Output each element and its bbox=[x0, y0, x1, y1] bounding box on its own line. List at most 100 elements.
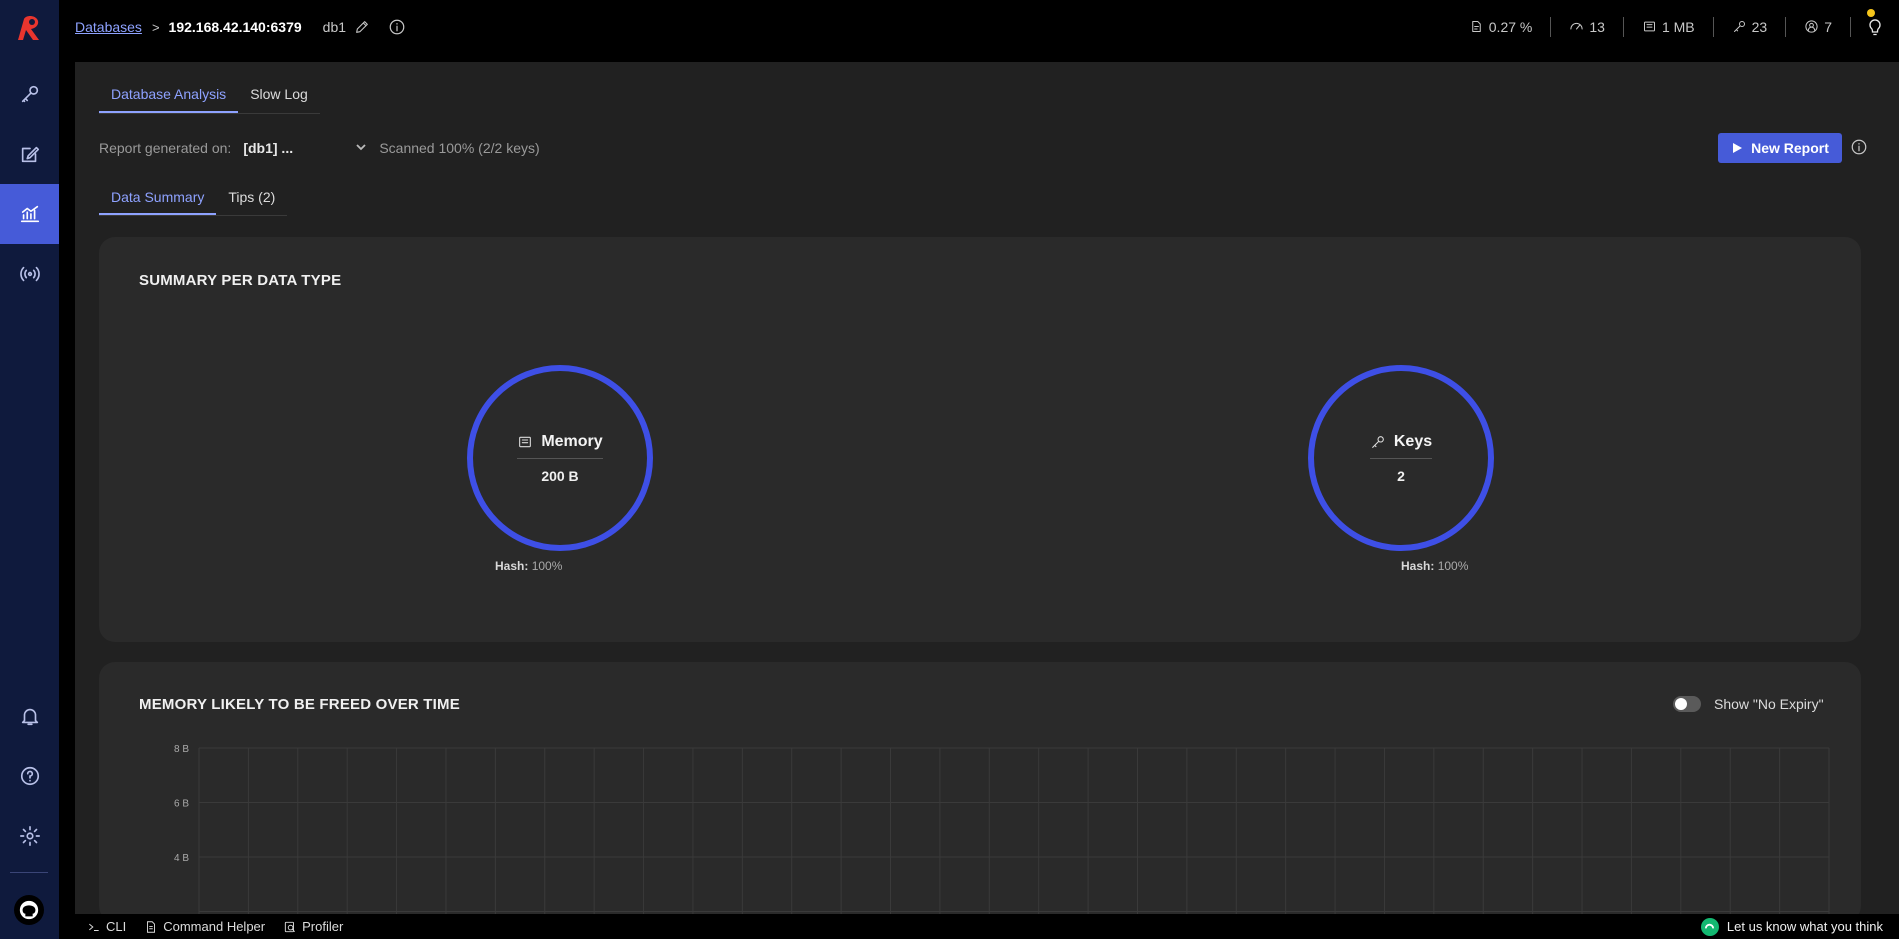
memory-legend-type: Hash: bbox=[495, 559, 529, 573]
new-report-button[interactable]: New Report bbox=[1718, 133, 1842, 163]
profiler-icon bbox=[284, 921, 296, 932]
summary-tabs: Data Summary Tips (2) bbox=[99, 189, 288, 216]
github-icon bbox=[19, 900, 39, 920]
stat-keys-value: 23 bbox=[1751, 18, 1768, 35]
keys-legend: Hash: 100% bbox=[1401, 559, 1468, 573]
memory-legend-pct: 100% bbox=[531, 559, 563, 573]
sidebar bbox=[0, 0, 59, 939]
sidebar-item-notifications[interactable] bbox=[0, 686, 59, 746]
tab-database-analysis[interactable]: Database Analysis bbox=[99, 86, 239, 113]
keys-legend-pct: 100% bbox=[1437, 559, 1469, 573]
no-expiry-toggle[interactable] bbox=[1673, 696, 1701, 712]
report-row: Report generated on: [db1] ... Scanned 1… bbox=[99, 140, 540, 156]
profiler-label: Profiler bbox=[302, 919, 344, 934]
memory-header: Memory bbox=[517, 432, 603, 459]
scanned-status: Scanned 100% (2/2 keys) bbox=[379, 140, 540, 156]
redis-logo[interactable] bbox=[12, 12, 46, 46]
database-name: db1 bbox=[322, 19, 347, 35]
notification-dot bbox=[1867, 8, 1875, 17]
stat-clients-value: 7 bbox=[1824, 18, 1832, 35]
memory-donut[interactable]: Memory 200 B bbox=[467, 365, 653, 551]
analysis-tabs: Database Analysis Slow Log bbox=[99, 86, 320, 114]
keys-legend-type: Hash: bbox=[1401, 559, 1435, 573]
stat-memory: 1 MB bbox=[1624, 16, 1714, 37]
cli-label: CLI bbox=[106, 919, 127, 934]
db-stats: 0.27 % 13 1 MB 23 7 bbox=[1451, 0, 1899, 53]
feedback-label: Let us know what you think bbox=[1726, 919, 1883, 934]
chevron-down-icon[interactable] bbox=[355, 140, 367, 156]
chart-y-tick-label: 8 B bbox=[174, 744, 189, 755]
chart-icon bbox=[20, 205, 39, 223]
insights-button[interactable] bbox=[1851, 8, 1899, 37]
user-icon bbox=[1805, 20, 1818, 33]
edit-icon bbox=[21, 146, 39, 163]
speedometer-icon bbox=[1570, 22, 1583, 30]
report-select[interactable]: [db1] ... bbox=[243, 140, 355, 156]
broadcast-icon bbox=[19, 266, 40, 282]
keys-header: Keys bbox=[1369, 432, 1433, 459]
breadcrumb-separator: > bbox=[151, 19, 160, 35]
chart-grid bbox=[198, 747, 1830, 930]
key-icon bbox=[21, 85, 38, 103]
stat-cpu: 0.27 % bbox=[1451, 16, 1552, 37]
cpu-icon bbox=[1472, 21, 1481, 32]
stat-memory-value: 1 MB bbox=[1661, 18, 1695, 35]
stat-cpu-value: 0.27 % bbox=[1488, 18, 1533, 35]
db-info-icon[interactable] bbox=[388, 18, 406, 36]
sidebar-item-settings[interactable] bbox=[0, 806, 59, 866]
breadcrumb-databases-link[interactable]: Databases bbox=[75, 19, 142, 35]
terminal-icon bbox=[89, 923, 99, 931]
key-icon bbox=[1733, 21, 1745, 32]
github-link[interactable] bbox=[14, 895, 44, 925]
expiry-chart: 8 B 6 B 4 B bbox=[174, 744, 1830, 930]
bottom-bar: CLI Command Helper Profiler Let us know … bbox=[75, 914, 1899, 939]
sidebar-item-browser[interactable] bbox=[0, 64, 59, 124]
cli-button[interactable]: CLI bbox=[87, 919, 126, 934]
chart-y-axis: 8 B 6 B 4 B bbox=[174, 744, 189, 864]
edit-db-name-icon[interactable] bbox=[354, 19, 370, 35]
stat-ops-value: 13 bbox=[1589, 18, 1605, 35]
sidebar-divider bbox=[10, 872, 48, 873]
memory-icon bbox=[519, 436, 532, 447]
play-icon bbox=[1733, 143, 1743, 153]
sidebar-item-analysis[interactable] bbox=[0, 184, 59, 244]
stat-keys: 23 bbox=[1714, 16, 1787, 37]
new-report-label: New Report bbox=[1751, 140, 1829, 156]
gear-icon bbox=[19, 826, 40, 846]
summary-card: SUMMARY PER DATA TYPE Memory 200 B Hash:… bbox=[99, 237, 1861, 642]
expiry-card: MEMORY LIKELY TO BE FREED OVER TIME Show… bbox=[99, 662, 1861, 930]
command-helper-button[interactable]: Command Helper bbox=[144, 919, 265, 934]
command-helper-label: Command Helper bbox=[163, 919, 266, 934]
tab-slow-log[interactable]: Slow Log bbox=[238, 86, 320, 113]
report-generated-label: Report generated on: bbox=[99, 140, 232, 156]
chart-y-tick-label: 6 B bbox=[174, 799, 189, 810]
lightbulb-icon bbox=[1869, 18, 1881, 35]
memory-icon bbox=[1643, 21, 1655, 32]
sidebar-item-pubsub[interactable] bbox=[0, 244, 59, 304]
stat-ops: 13 bbox=[1551, 16, 1624, 37]
sidebar-item-workbench[interactable] bbox=[0, 124, 59, 184]
stat-clients: 7 bbox=[1786, 16, 1851, 37]
bell-icon bbox=[21, 708, 38, 726]
feedback-icon bbox=[1700, 917, 1719, 936]
memory-label: Memory bbox=[541, 432, 603, 450]
report-info-icon[interactable] bbox=[1850, 138, 1868, 156]
keys-value: 2 bbox=[1397, 467, 1405, 484]
keys-donut[interactable]: Keys 2 bbox=[1308, 365, 1494, 551]
no-expiry-label: Show "No Expiry" bbox=[1714, 696, 1824, 712]
breadcrumb: Databases > 192.168.42.140:6379 db1 bbox=[75, 18, 406, 36]
sidebar-item-help[interactable] bbox=[0, 746, 59, 806]
database-host: 192.168.42.140:6379 bbox=[168, 19, 302, 35]
profiler-button[interactable]: Profiler bbox=[283, 919, 343, 934]
analysis-panel: Database Analysis Slow Log Report genera… bbox=[75, 62, 1899, 930]
memory-value: 200 B bbox=[541, 467, 579, 484]
tab-tips[interactable]: Tips (2) bbox=[216, 189, 287, 215]
document-icon bbox=[147, 920, 156, 933]
top-bar: Databases > 192.168.42.140:6379 db1 0.27… bbox=[59, 0, 1899, 61]
keys-label: Keys bbox=[1393, 432, 1433, 450]
help-icon bbox=[20, 766, 39, 786]
feedback-link[interactable]: Let us know what you think bbox=[1700, 917, 1883, 936]
memory-legend: Hash: 100% bbox=[495, 559, 562, 573]
expiry-title: MEMORY LIKELY TO BE FREED OVER TIME bbox=[139, 696, 460, 713]
tab-data-summary[interactable]: Data Summary bbox=[99, 189, 217, 215]
